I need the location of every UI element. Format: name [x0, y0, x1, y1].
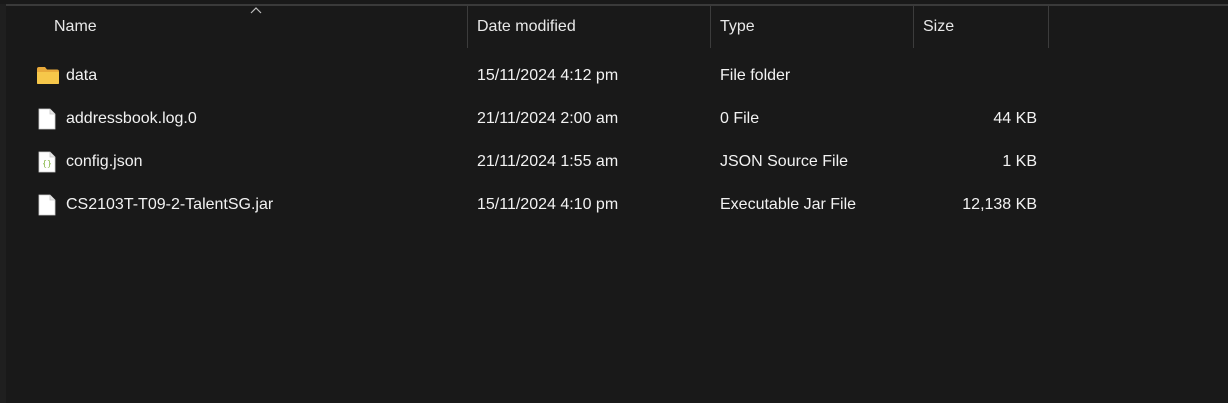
- file-icon: [38, 108, 56, 130]
- file-date-modified: 21/11/2024 2:00 am: [477, 109, 619, 127]
- file-name: data: [66, 66, 98, 84]
- file-type: JSON Source File: [720, 152, 849, 170]
- file-type: 0 File: [720, 109, 760, 127]
- file-size: 1 KB: [1002, 152, 1037, 170]
- file-date-modified: 15/11/2024 4:12 pm: [477, 66, 619, 84]
- column-resize-handle-size[interactable]: [1048, 6, 1049, 48]
- file-date-modified: 15/11/2024 4:10 pm: [477, 195, 619, 213]
- file-row[interactable]: {} config.json 21/11/2024 1:55 am JSON S…: [6, 140, 1228, 183]
- json-file-icon: {}: [38, 151, 56, 173]
- file-type: Executable Jar File: [720, 195, 857, 213]
- column-resize-handle-date[interactable]: [710, 6, 711, 48]
- column-header-type[interactable]: Type: [720, 6, 910, 48]
- file-name: config.json: [66, 152, 143, 170]
- column-header-date-modified[interactable]: Date modified: [477, 6, 707, 48]
- file-name: CS2103T-T09-2-TalentSG.jar: [66, 195, 274, 213]
- column-resize-handle-name[interactable]: [467, 6, 468, 48]
- column-header-size[interactable]: Size: [923, 6, 1048, 48]
- file-row[interactable]: data 15/11/2024 4:12 pm File folder: [6, 54, 1228, 97]
- column-header-date-modified-label: Date modified: [477, 18, 576, 35]
- file-size: 12,138 KB: [962, 195, 1037, 213]
- column-resize-handle-type[interactable]: [913, 6, 914, 48]
- file-icon: [38, 194, 56, 216]
- file-name: addressbook.log.0: [66, 109, 197, 127]
- column-header-name[interactable]: Name: [54, 6, 464, 48]
- file-explorer-details-view: Name Date modified Type Size data 15/11/…: [0, 0, 1228, 403]
- file-size: [923, 54, 1037, 97]
- file-row[interactable]: CS2103T-T09-2-TalentSG.jar 15/11/2024 4:…: [6, 183, 1228, 226]
- column-header-bar: Name Date modified Type Size: [6, 6, 1228, 48]
- svg-text:{}: {}: [42, 159, 52, 168]
- file-date-modified: 21/11/2024 1:55 am: [477, 152, 619, 170]
- column-header-name-label: Name: [54, 18, 97, 35]
- column-header-type-label: Type: [720, 18, 755, 35]
- column-header-size-label: Size: [923, 18, 955, 35]
- folder-icon: [37, 67, 59, 84]
- file-row[interactable]: addressbook.log.0 21/11/2024 2:00 am 0 F…: [6, 97, 1228, 140]
- file-type: File folder: [720, 66, 791, 84]
- file-size: 44 KB: [993, 109, 1037, 127]
